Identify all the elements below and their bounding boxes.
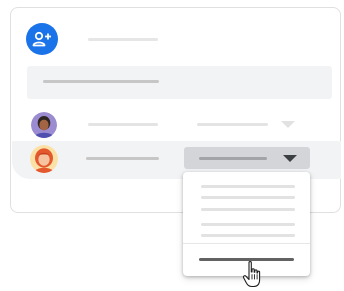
person-2-name-placeholder: [86, 157, 159, 160]
person-1-role-placeholder[interactable]: [197, 123, 268, 126]
menu-divider: [183, 243, 310, 244]
role-option[interactable]: [201, 234, 295, 237]
avatar-person-2: [30, 145, 58, 173]
role-option[interactable]: [201, 185, 295, 188]
role-option[interactable]: [201, 208, 295, 211]
person-avatar-icon: [30, 145, 58, 173]
person-add-icon: [32, 31, 51, 47]
role-option[interactable]: [201, 196, 295, 199]
chevron-down-icon[interactable]: [283, 155, 297, 162]
chevron-down-icon[interactable]: [281, 121, 295, 128]
hand-pointer-icon: [242, 261, 261, 288]
avatar-person-1: [31, 112, 57, 138]
add-person-button[interactable]: [26, 23, 58, 55]
role-select[interactable]: [184, 147, 310, 169]
add-people-input[interactable]: [27, 66, 332, 99]
input-placeholder-line: [43, 80, 159, 83]
role-select-value-placeholder: [199, 157, 267, 160]
person-avatar-icon: [31, 112, 57, 138]
person-1-name-placeholder: [88, 123, 158, 126]
dialog-title-placeholder: [88, 38, 158, 41]
role-option[interactable]: [201, 223, 295, 226]
